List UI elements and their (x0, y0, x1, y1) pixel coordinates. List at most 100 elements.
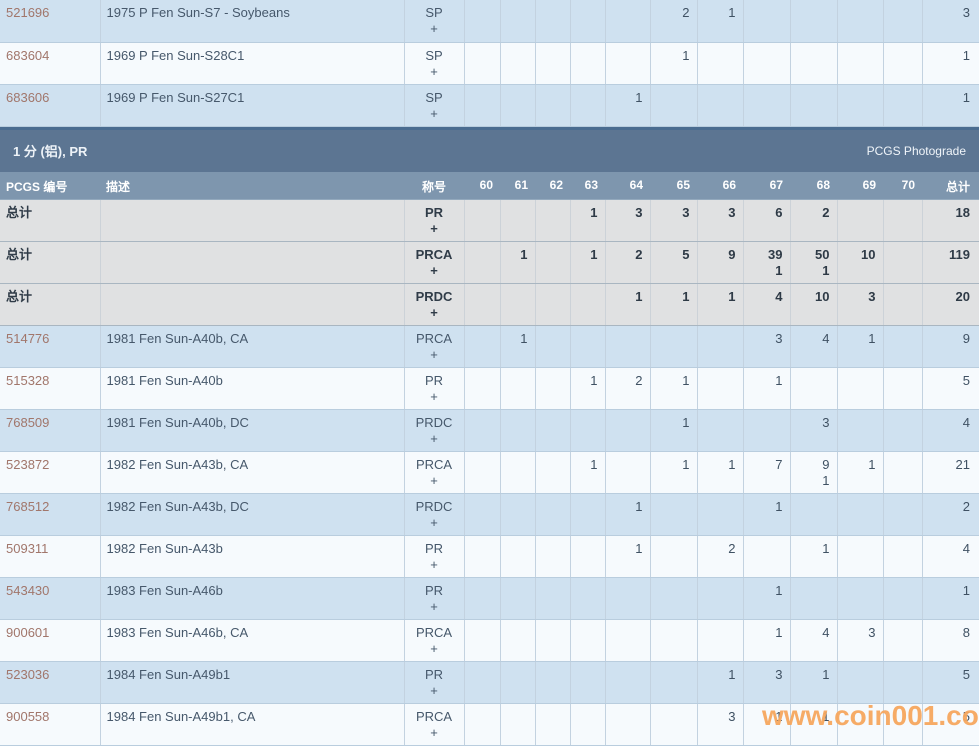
grade-cell-62 (535, 494, 570, 536)
table-row: 5093111982 Fen Sun-A43bPR+1214 (0, 536, 979, 578)
grade-cell-60 (464, 200, 500, 242)
grade-cell-64 (605, 662, 650, 704)
grade-cell-63: 1 (570, 368, 605, 410)
pcgs-number-cell: 768512 (0, 494, 100, 536)
grade-cell-69 (837, 368, 883, 410)
pcgs-number-link[interactable]: 900558 (6, 709, 49, 724)
description-cell: 1981 Fen Sun-A40b, CA (100, 326, 404, 368)
pcgs-number-link[interactable]: 683604 (6, 48, 49, 63)
description-cell: 1982 Fen Sun-A43b, DC (100, 494, 404, 536)
pcgs-number-link[interactable]: 521696 (6, 5, 49, 20)
pcgs-number-link[interactable]: 509311 (6, 541, 48, 556)
pcgs-number-link[interactable]: 523036 (6, 667, 49, 682)
grade-cell-65: 5 (650, 242, 697, 284)
grade-cell-63 (570, 326, 605, 368)
grade-cell-60 (464, 578, 500, 620)
grade-cell-64: 1 (605, 284, 650, 326)
grade-cell-66 (697, 494, 743, 536)
pcgs-number-link[interactable]: 515328 (6, 373, 49, 388)
plus-designation-label: + (405, 431, 464, 447)
grade-cell-60 (464, 410, 500, 452)
grade-cell-68 (790, 42, 837, 84)
plus-designation-label: + (405, 725, 464, 741)
grade-cell-68: 4 (790, 620, 837, 662)
grade-cell-67: 6 (743, 200, 790, 242)
grade-cell-65 (650, 578, 697, 620)
col-header-grade-70: 70 (883, 172, 922, 200)
table-row: 5238721982 Fen Sun-A43b, CAPRCA+11179112… (0, 452, 979, 494)
grade-cell-70 (883, 42, 922, 84)
pcgs-number-link[interactable]: 900601 (6, 625, 49, 640)
grade-cell-64 (605, 620, 650, 662)
grade-cell-68: 91 (790, 452, 837, 494)
grade-cell-60 (464, 452, 500, 494)
grade-cell-66: 1 (697, 452, 743, 494)
grade-cell-65 (650, 494, 697, 536)
grade-cell-64 (605, 0, 650, 42)
grade-cell-68 (790, 578, 837, 620)
plus-designation-label: + (405, 683, 464, 699)
col-header-description: 描述 (100, 172, 404, 200)
table-row: 6836061969 P Fen Sun-S27C1SP+11 (0, 84, 979, 126)
grade-cell-66: 1 (697, 284, 743, 326)
grade-cell-61 (500, 368, 535, 410)
grade-cell-63 (570, 42, 605, 84)
grade-cell-63 (570, 704, 605, 746)
plus-designation-label: + (405, 389, 464, 405)
grade-cell-66 (697, 326, 743, 368)
grade-cell-70 (883, 452, 922, 494)
col-header-grade-68: 68 (790, 172, 837, 200)
designation-label: PRDC (405, 289, 464, 305)
grade-cell-70 (883, 200, 922, 242)
plus-designation-label: + (405, 599, 464, 615)
designation-cell: SP+ (404, 42, 464, 84)
grade-cell-69: 3 (837, 284, 883, 326)
pcgs-photograde-link[interactable]: PCGS Photograde (867, 144, 966, 158)
col-header-grade-65: 65 (650, 172, 697, 200)
grade-cell-61 (500, 284, 535, 326)
summary-row: 总计PRDC+111410320 (0, 284, 979, 326)
grade-cell-65: 2 (650, 0, 697, 42)
grade-cell-64 (605, 410, 650, 452)
grade-cell-66: 2 (697, 536, 743, 578)
pcgs-number-cell: 768509 (0, 410, 100, 452)
total-cell: 21 (922, 452, 979, 494)
grade-cell-67: 1 (743, 578, 790, 620)
grade-cell-61 (500, 704, 535, 746)
designation-cell: PR+ (404, 578, 464, 620)
grade-cell-68: 2 (790, 200, 837, 242)
grade-cell-63 (570, 410, 605, 452)
section-title: 1 分 (铝), PR (13, 141, 87, 160)
designation-label: PR (405, 667, 464, 683)
grade-cell-63: 1 (570, 200, 605, 242)
grade-cell-60 (464, 0, 500, 42)
grade-cell-69 (837, 200, 883, 242)
designation-label: PRDC (405, 499, 464, 515)
designation-cell: PR+ (404, 200, 464, 242)
designation-label: SP (405, 48, 464, 64)
grade-cell-66 (697, 578, 743, 620)
description-cell: 1982 Fen Sun-A43b, CA (100, 452, 404, 494)
grade-cell-70 (883, 662, 922, 704)
grade-cell-66: 3 (697, 704, 743, 746)
grade-cell-60 (464, 84, 500, 126)
grade-cell-67: 1 (743, 494, 790, 536)
total-cell: 8 (922, 620, 979, 662)
pcgs-number-link[interactable]: 768512 (6, 499, 49, 514)
pcgs-number-link[interactable]: 514776 (6, 331, 49, 346)
pcgs-number-link[interactable]: 523872 (6, 457, 49, 472)
grade-cell-60 (464, 536, 500, 578)
pcgs-number-cell: 509311 (0, 536, 100, 578)
grade-cell-69 (837, 662, 883, 704)
grade-cell-67 (743, 84, 790, 126)
pcgs-number-link[interactable]: 543430 (6, 583, 49, 598)
grade-cell-60 (464, 704, 500, 746)
description-cell: 1981 Fen Sun-A40b (100, 368, 404, 410)
grade-cell-62 (535, 410, 570, 452)
grade-cell-70 (883, 242, 922, 284)
pcgs-number-link[interactable]: 768509 (6, 415, 49, 430)
pcgs-number-link[interactable]: 683606 (6, 90, 49, 105)
grade-cell-67 (743, 536, 790, 578)
pcgs-number-cell: 523872 (0, 452, 100, 494)
grade-cell-70 (883, 284, 922, 326)
